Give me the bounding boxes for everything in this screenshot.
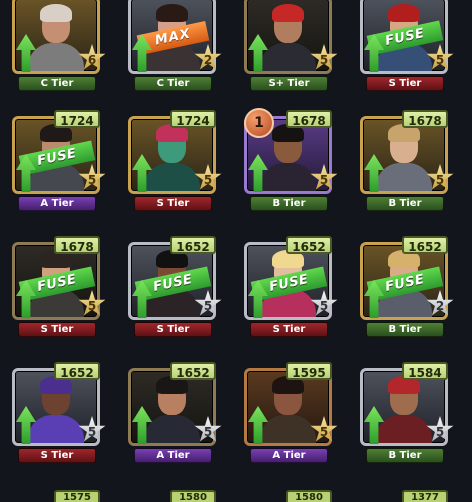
tier-label: C Tier [18,76,96,91]
tier-label: B Tier [366,448,444,463]
superstar-card[interactable]: 5A Tier 1595 [242,362,338,463]
tier-label: S Tier [250,322,328,337]
power-rating-partial: 1580 [286,490,332,502]
superstar-figure [374,373,434,443]
roster-grid: 6C Tier MAX 2 C Tier 5 S+ Tier FUSE 5 S Tier FUSE… [0,0,472,502]
power-rating: 1678 [54,236,100,254]
superstar-card[interactable]: FUSE 5 S Tier 1652 [242,236,338,337]
power-rating: 1584 [402,362,448,380]
power-rating: 1652 [170,362,216,380]
superstar-card[interactable]: FUSE 5 S Tier 1652 [126,236,222,337]
tier-label: B Tier [366,196,444,211]
superstar-card[interactable]: 5B Tier 1678 1 [242,108,338,211]
superstar-card[interactable]: 6C Tier [10,0,106,91]
power-rating: 1652 [402,236,448,254]
tier-label: B Tier [366,322,444,337]
power-rating: 1678 [402,110,448,128]
superstar-figure [26,373,86,443]
superstar-card[interactable]: 5 S+ Tier [242,0,338,91]
superstar-figure [374,121,434,191]
power-rating: 1652 [54,362,100,380]
tier-label: S Tier [134,196,212,211]
tier-label: B Tier [250,196,328,211]
power-rating: 1652 [170,236,216,254]
tier-label: S Tier [18,448,96,463]
power-rating-partial: 1377 [402,490,448,502]
superstar-figure [258,1,318,71]
tier-label: S Tier [134,322,212,337]
tier-label: S+ Tier [250,76,328,91]
notification-badge: 1 [244,108,274,138]
tier-label: A Tier [250,448,328,463]
superstar-card[interactable]: FUSE 5 S Tier [358,0,454,91]
superstar-card[interactable]: FUSE 5 A Tier 1724 [10,110,106,211]
superstar-figure [142,121,202,191]
superstar-card[interactable]: FUSE 2 B Tier 1652 [358,236,454,337]
power-rating-partial: 1580 [170,490,216,502]
power-rating: 1652 [286,236,332,254]
tier-label: S Tier [18,322,96,337]
power-rating: 1595 [286,362,332,380]
power-rating-partial: 1575 [54,490,100,502]
superstar-figure [142,373,202,443]
power-rating: 1724 [170,110,216,128]
tier-label: A Tier [18,196,96,211]
superstar-card[interactable]: 5S Tier 1724 [126,110,222,211]
superstar-figure [26,1,86,71]
power-rating: 1678 [286,110,332,128]
tier-label: A Tier [134,448,212,463]
tier-label: S Tier [366,76,444,91]
superstar-card[interactable]: FUSE 5 S Tier 1678 [10,236,106,337]
superstar-card[interactable]: 5A Tier 1652 [126,362,222,463]
superstar-card[interactable]: 5B Tier 1584 [358,362,454,463]
power-rating: 1724 [54,110,100,128]
superstar-card[interactable]: 5B Tier 1678 [358,110,454,211]
superstar-card[interactable]: MAX 2 C Tier [126,0,222,91]
tier-label: C Tier [134,76,212,91]
superstar-card[interactable]: 5S Tier 1652 [10,362,106,463]
superstar-figure [258,373,318,443]
